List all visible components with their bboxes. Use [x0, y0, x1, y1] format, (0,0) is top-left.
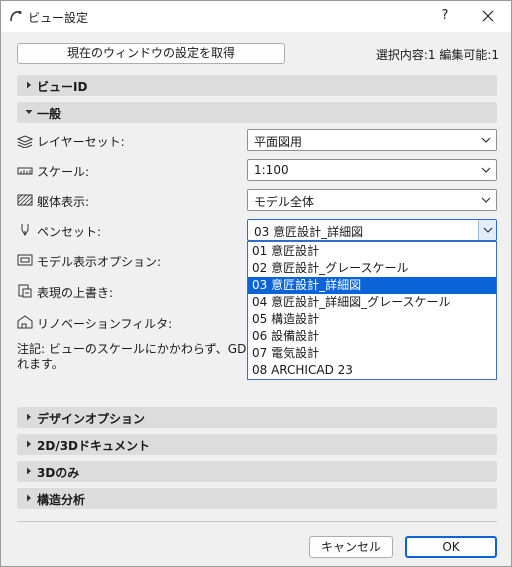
section-design-options[interactable]: デザインオプション	[17, 407, 497, 428]
pen-set-value: 03 意匠設計_詳細図	[254, 225, 364, 239]
layer-set-select[interactable]: 平面図用	[247, 129, 497, 151]
section-structural-analysis[interactable]: 構造分析	[17, 488, 497, 509]
chevron-right-icon	[27, 81, 31, 89]
pen-set-option[interactable]: 02 意匠設計_グレースケール	[248, 260, 496, 277]
chevron-down-icon	[481, 197, 491, 203]
get-current-window-settings-button[interactable]: 現在のウィンドウの設定を取得	[17, 43, 285, 64]
footer-divider	[17, 521, 497, 522]
renovation-filter-label: リノベーションフィルタ:	[37, 317, 173, 331]
chevron-down-icon	[481, 137, 491, 143]
section-label: 2D/3Dドキュメント	[37, 439, 151, 453]
pen-set-option[interactable]: 07 電気設計	[248, 345, 496, 362]
scale-select[interactable]: 1:100	[247, 159, 497, 181]
note-line-2: れます。	[17, 357, 64, 371]
chevron-right-icon	[27, 467, 31, 475]
renovation-filter-icon	[17, 315, 33, 329]
dropdown-toggle[interactable]	[478, 220, 496, 240]
model-view-options-icon	[17, 254, 33, 266]
pen-set-select[interactable]: 03 意匠設計_詳細図	[247, 219, 497, 241]
section-2d3d-document[interactable]: 2D/3Dドキュメント	[17, 434, 497, 455]
chevron-down-icon	[483, 227, 493, 233]
pen-set-label: ペンセット:	[37, 225, 102, 239]
model-view-options-label: モデル表示オプション:	[37, 255, 162, 269]
structure-display-select[interactable]: モデル全体	[247, 189, 497, 211]
graphic-override-icon	[18, 284, 32, 298]
close-icon[interactable]	[475, 5, 501, 27]
pen-set-option[interactable]: 08 ARCHICAD 23	[248, 362, 496, 379]
scale-label: スケール:	[37, 165, 90, 179]
pen-set-option[interactable]: 04 意匠設計_詳細図_グレースケール	[248, 294, 496, 311]
selection-info: 選択内容:1 編集可能:1	[375, 48, 499, 62]
note-text: 注記: ビューのスケールにかかわらず、GDLオブジェ れます。	[17, 342, 257, 374]
structure-display-label: 躯体表示:	[37, 195, 90, 209]
pen-set-option[interactable]: 05 構造設計	[248, 311, 496, 328]
pen-icon	[21, 224, 29, 236]
chevron-right-icon	[27, 440, 31, 448]
layers-icon	[17, 135, 33, 148]
section-general[interactable]: 一般	[17, 102, 497, 123]
scale-value: 1:100	[254, 163, 289, 177]
layer-set-label: レイヤーセット:	[37, 135, 125, 149]
pen-set-dropdown-list: 01 意匠設計 02 意匠設計_グレースケール 03 意匠設計_詳細図 04 意匠設計…	[247, 241, 497, 380]
archicad-icon	[10, 11, 22, 22]
chevron-down-icon	[25, 110, 33, 114]
section-label: ビューID	[37, 80, 88, 94]
section-label: デザインオプション	[37, 412, 146, 426]
pen-set-option[interactable]: 01 意匠設計	[248, 243, 496, 260]
section-3d-only[interactable]: 3Dのみ	[17, 461, 497, 482]
view-settings-dialog: ビュー設定 ? 現在のウィンドウの設定を取得 選択内容:1 編集可能:1 ビュー…	[0, 0, 512, 567]
section-label: 3Dのみ	[37, 466, 80, 480]
section-label: 構造分析	[37, 493, 86, 507]
window-title: ビュー設定	[28, 11, 89, 25]
title-bar: ビュー設定 ?	[1, 1, 511, 32]
help-button[interactable]: ?	[433, 5, 457, 27]
pen-set-option[interactable]: 03 意匠設計_詳細図	[248, 277, 496, 294]
structure-display-icon	[17, 194, 33, 206]
section-view-id[interactable]: ビューID	[17, 75, 497, 96]
chevron-right-icon	[27, 413, 31, 421]
note-line-1: 注記: ビューのスケールにかかわらず、GDLオブジェ	[17, 342, 257, 356]
layer-set-value: 平面図用	[254, 135, 303, 149]
section-label: 一般	[37, 107, 62, 121]
cancel-button[interactable]: キャンセル	[309, 536, 393, 558]
ok-button[interactable]: OK	[405, 536, 497, 558]
structure-display-value: モデル全体	[254, 195, 315, 209]
chevron-right-icon	[27, 494, 31, 502]
graphic-override-label: 表現の上書き:	[37, 286, 114, 300]
chevron-down-icon	[481, 167, 491, 173]
scale-ruler-icon	[17, 167, 33, 175]
pen-set-option[interactable]: 06 設備設計	[248, 328, 496, 345]
